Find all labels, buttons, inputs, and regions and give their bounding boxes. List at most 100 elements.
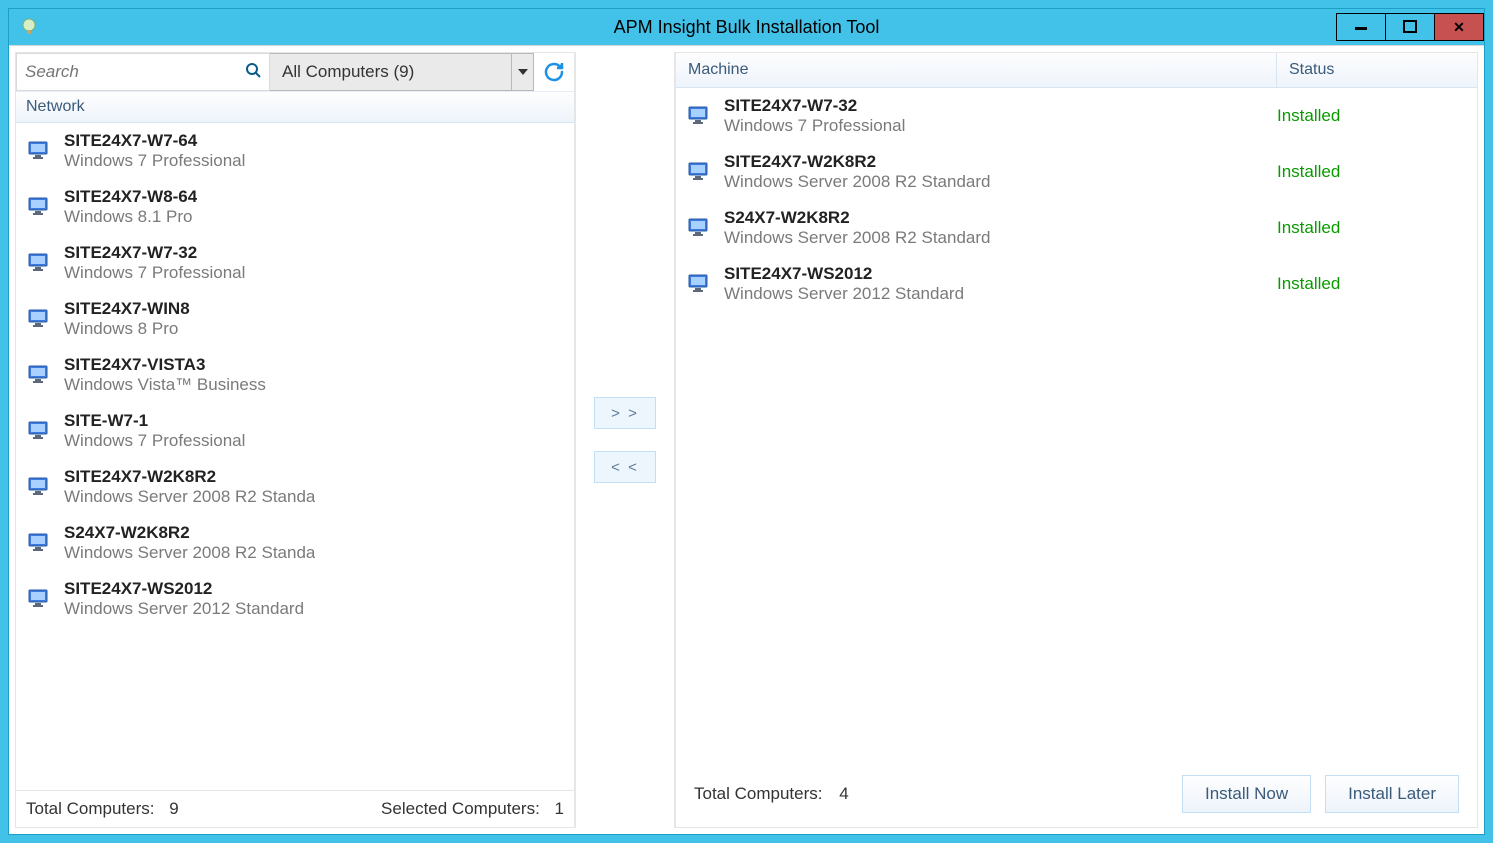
list-item[interactable]: SITE24X7-VISTA3 Windows Vista™ Business (16, 347, 574, 403)
filter-label: All Computers (9) (270, 62, 426, 82)
computer-icon (28, 309, 50, 329)
list-item-text: SITE24X7-W7-64 Windows 7 Professional (64, 131, 245, 171)
list-item[interactable]: SITE24X7-W2K8R2 Windows Server 2008 R2 S… (16, 459, 574, 515)
list-item-text: SITE-W7-1 Windows 7 Professional (64, 411, 245, 451)
table-row[interactable]: SITE24X7-W2K8R2 Windows Server 2008 R2 S… (676, 144, 1477, 200)
machine-name: S24X7-W2K8R2 (724, 208, 1277, 228)
machine-os: Windows 7 Professional (724, 116, 1277, 136)
search-box[interactable] (16, 53, 270, 91)
list-item-text: SITE24X7-WIN8 Windows 8 Pro (64, 299, 190, 339)
list-item[interactable]: SITE-W7-1 Windows 7 Professional (16, 403, 574, 459)
search-input[interactable] (17, 62, 269, 82)
machine-name: SITE24X7-W2K8R2 (724, 152, 1277, 172)
network-header: Network (16, 91, 574, 123)
list-item[interactable]: SITE24X7-WIN8 Windows 8 Pro (16, 291, 574, 347)
add-button[interactable]: > > (594, 397, 656, 429)
table-row[interactable]: SITE24X7-W7-32 Windows 7 Professional In… (676, 88, 1477, 144)
list-item-text: SITE24X7-WS2012 Windows Server 2012 Stan… (64, 579, 304, 619)
remove-button[interactable]: < < (594, 451, 656, 483)
machine-os: Windows Server 2008 R2 Standard (724, 172, 1277, 192)
monitor-icon (28, 533, 50, 553)
maximize-icon (1403, 20, 1417, 34)
computer-icon (28, 533, 50, 553)
monitor-icon (688, 162, 710, 182)
computer-icon (28, 365, 50, 385)
computer-icon (28, 253, 50, 273)
computer-icon (28, 589, 50, 609)
status-badge: Installed (1277, 218, 1465, 238)
close-button[interactable]: ✕ (1434, 13, 1484, 41)
status-badge: Installed (1277, 106, 1465, 126)
list-item-text: SITE24X7-W7-32 Windows 7 Professional (64, 243, 245, 283)
install-later-button[interactable]: Install Later (1325, 775, 1459, 813)
title-bar: APM Insight Bulk Installation Tool ✕ (9, 9, 1484, 45)
machine-text: SITE24X7-W7-32 Windows 7 Professional (724, 96, 1277, 136)
left-footer: Total Computers: 9 Selected Computers: 1 (16, 790, 574, 827)
selected-computers-label: Selected Computers: 1 (381, 799, 564, 819)
computer-icon (688, 274, 710, 294)
monitor-icon (28, 253, 50, 273)
table-row[interactable]: S24X7-W2K8R2 Windows Server 2008 R2 Stan… (676, 200, 1477, 256)
target-pane: Machine Status SITE24X7-W7-32 Windows 7 … (675, 52, 1478, 828)
monitor-icon (688, 274, 710, 294)
network-list[interactable]: SITE24X7-W7-64 Windows 7 Professional SI… (16, 123, 574, 790)
computer-icon (688, 218, 710, 238)
machine-name: SITE24X7-WS2012 (724, 264, 1277, 284)
app-icon (19, 17, 39, 37)
action-buttons: Install Now Install Later (1182, 775, 1459, 813)
maximize-button[interactable] (1385, 13, 1435, 41)
computer-name: SITE24X7-W8-64 (64, 187, 197, 207)
target-total-label: Total Computers: 4 (694, 784, 849, 804)
status-badge: Installed (1277, 162, 1465, 182)
monitor-icon (28, 197, 50, 217)
minimize-button[interactable] (1336, 13, 1386, 41)
chevron-down-icon (511, 54, 533, 90)
list-item[interactable]: SITE24X7-W7-32 Windows 7 Professional (16, 235, 574, 291)
computer-name: SITE24X7-WIN8 (64, 299, 190, 319)
list-item[interactable]: SITE24X7-W8-64 Windows 8.1 Pro (16, 179, 574, 235)
list-item-text: SITE24X7-VISTA3 Windows Vista™ Business (64, 355, 266, 395)
filter-dropdown[interactable]: All Computers (9) (270, 53, 534, 91)
list-item-text: SITE24X7-W8-64 Windows 8.1 Pro (64, 187, 197, 227)
computer-os: Windows Server 2012 Standard (64, 599, 304, 619)
machine-text: SITE24X7-WS2012 Windows Server 2012 Stan… (724, 264, 1277, 304)
refresh-button[interactable] (534, 53, 574, 91)
computer-os: Windows Vista™ Business (64, 375, 266, 395)
machine-os: Windows Server 2008 R2 Standard (724, 228, 1277, 248)
table-row[interactable]: SITE24X7-WS2012 Windows Server 2012 Stan… (676, 256, 1477, 312)
minimize-icon (1354, 20, 1368, 34)
computer-icon (28, 421, 50, 441)
computer-os: Windows 8.1 Pro (64, 207, 197, 227)
computer-os: Windows 7 Professional (64, 431, 245, 451)
computer-name: SITE-W7-1 (64, 411, 245, 431)
machine-text: SITE24X7-W2K8R2 Windows Server 2008 R2 S… (724, 152, 1277, 192)
computer-os: Windows Server 2008 R2 Standa (64, 543, 315, 563)
monitor-icon (688, 218, 710, 238)
column-machine[interactable]: Machine (676, 53, 1277, 87)
computer-name: SITE24X7-W7-32 (64, 243, 245, 263)
list-item-text: S24X7-W2K8R2 Windows Server 2008 R2 Stan… (64, 523, 315, 563)
target-grid-header: Machine Status (676, 53, 1477, 88)
column-status[interactable]: Status (1277, 53, 1477, 87)
list-item[interactable]: S24X7-W2K8R2 Windows Server 2008 R2 Stan… (16, 515, 574, 571)
computer-name: SITE24X7-W2K8R2 (64, 467, 315, 487)
machine-os: Windows Server 2012 Standard (724, 284, 1277, 304)
network-pane: All Computers (9) Network SIT (15, 52, 575, 828)
left-toolbar: All Computers (9) (16, 53, 574, 91)
target-list[interactable]: SITE24X7-W7-32 Windows 7 Professional In… (676, 88, 1477, 765)
refresh-icon (542, 60, 566, 84)
list-item[interactable]: SITE24X7-WS2012 Windows Server 2012 Stan… (16, 571, 574, 627)
window-controls: ✕ (1337, 13, 1484, 41)
install-now-button[interactable]: Install Now (1182, 775, 1311, 813)
computer-icon (688, 106, 710, 126)
monitor-icon (28, 365, 50, 385)
machine-name: SITE24X7-W7-32 (724, 96, 1277, 116)
computer-icon (28, 477, 50, 497)
computer-name: SITE24X7-WS2012 (64, 579, 304, 599)
right-footer: Total Computers: 4 Install Now Install L… (676, 765, 1477, 827)
monitor-icon (28, 141, 50, 161)
computer-name: SITE24X7-W7-64 (64, 131, 245, 151)
computer-os: Windows 8 Pro (64, 319, 190, 339)
list-item[interactable]: SITE24X7-W7-64 Windows 7 Professional (16, 123, 574, 179)
transfer-controls: > > < < (575, 52, 675, 828)
